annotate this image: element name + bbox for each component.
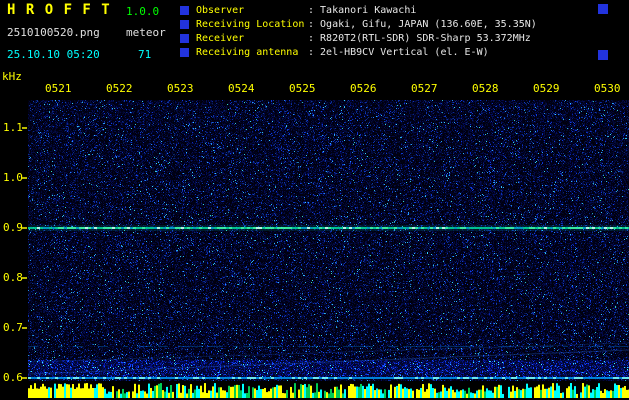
x-tick-label: 0525 bbox=[289, 82, 316, 95]
y-tick-mark bbox=[22, 277, 27, 279]
x-tick-label: 0529 bbox=[533, 82, 560, 95]
x-tick-label: 0527 bbox=[411, 82, 438, 95]
x-tick-label: 0528 bbox=[472, 82, 499, 95]
x-tick-label: 0526 bbox=[350, 82, 377, 95]
y-tick-mark bbox=[22, 127, 27, 129]
x-tick-label: 0524 bbox=[228, 82, 255, 95]
y-tick-mark bbox=[22, 377, 27, 379]
y-tick-label: 0.7 bbox=[3, 321, 23, 334]
y-tick-mark bbox=[22, 327, 27, 329]
y-tick-label: 1.0 bbox=[3, 171, 23, 184]
y-tick-label: 1.1 bbox=[3, 121, 23, 134]
x-tick-label: 0521 bbox=[45, 82, 72, 95]
y-tick-label: 0.9 bbox=[3, 221, 23, 234]
signal-level-strip bbox=[28, 383, 629, 398]
x-tick-label: 0523 bbox=[167, 82, 194, 95]
y-tick-mark bbox=[22, 227, 27, 229]
y-tick-mark bbox=[22, 177, 27, 179]
x-tick-label: 0530 bbox=[594, 82, 621, 95]
y-tick-label: 0.8 bbox=[3, 271, 23, 284]
x-tick-label: 0522 bbox=[106, 82, 133, 95]
hrofft-output-screen: H R O F F T 1.0.0 2510100520.png meteor … bbox=[0, 0, 629, 400]
y-tick-label: 0.6 bbox=[3, 371, 23, 384]
spectrogram-canvas bbox=[28, 100, 629, 381]
